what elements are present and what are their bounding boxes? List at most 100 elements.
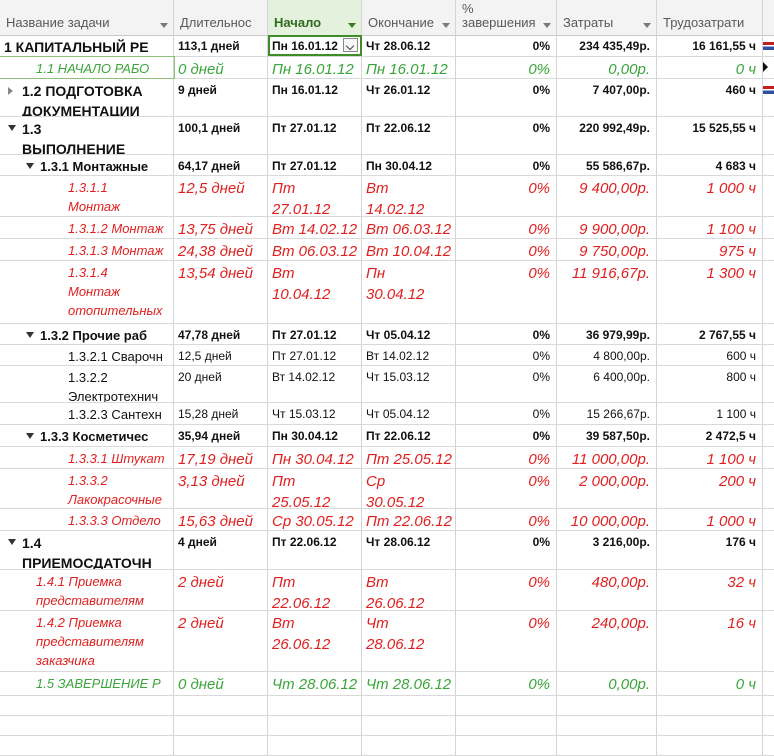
cell-name[interactable]: 1.3 ВЫПОЛНЕНИЕ — [0, 117, 174, 154]
cell-start[interactable]: Ср 30.05.12 — [268, 509, 362, 530]
cell-finish[interactable]: Пт 22.06.12 — [362, 117, 456, 154]
cell-pct[interactable]: 0% — [456, 239, 557, 260]
cell-start[interactable]: Пт 27.01.12 — [268, 176, 362, 216]
empty-cell[interactable] — [557, 716, 657, 735]
cell-pct[interactable]: 0% — [456, 672, 557, 695]
empty-cell[interactable] — [456, 736, 557, 755]
cell-cost[interactable]: 39 587,50р. — [557, 425, 657, 446]
table-row[interactable]: 1.3.3.1 Штукат 17,19 дней Пн 30.04.12 Пт 25… — [0, 447, 774, 469]
cell-duration[interactable]: 64,17 дней — [174, 155, 268, 175]
cell-pct[interactable]: 0% — [456, 176, 557, 216]
cell-finish[interactable]: Чт 28.06.12 — [362, 611, 456, 671]
cell-finish[interactable]: Вт 06.03.12 — [362, 217, 456, 238]
cell-cost[interactable]: 234 435,49р. — [557, 35, 657, 56]
cell-duration[interactable]: 3,13 дней — [174, 469, 268, 508]
cell-finish[interactable]: Чт 26.01.12 — [362, 79, 456, 116]
cell-name[interactable]: 1.5 ЗАВЕРШЕНИЕ Р — [0, 672, 174, 695]
cell-finish[interactable]: Вт 14.02.12 — [362, 345, 456, 365]
cell-start[interactable]: Пн 30.04.12 — [268, 425, 362, 446]
cell-work[interactable]: 1 000 ч — [657, 509, 763, 530]
collapse-toggle-icon[interactable] — [26, 163, 34, 169]
cell-finish[interactable]: Вт 14.02.12 — [362, 176, 456, 216]
collapse-toggle-icon[interactable] — [26, 433, 34, 439]
cell-name[interactable]: 1.3.1.3 Монтаж — [0, 239, 174, 260]
collapse-toggle-icon[interactable] — [8, 539, 16, 545]
table-row[interactable]: 1.3.1.4 Монтаж отопительных батарей 13,54… — [0, 261, 774, 324]
cell-name[interactable]: 1 КАПИТАЛЬНЫЙ РЕ — [0, 35, 174, 56]
table-row[interactable]: 1.3.2 Прочие раб 47,78 дней Пт 27.01.12 Чт … — [0, 324, 774, 345]
cell-start[interactable]: Пн 16.01.12 — [268, 57, 362, 78]
cell-cost[interactable]: 3 216,00р. — [557, 531, 657, 569]
cell-name[interactable]: 1.3.3.2 Лакокрасочные работы — [0, 469, 174, 508]
cell-work[interactable]: 975 ч — [657, 239, 763, 260]
cell-finish[interactable]: Пн 30.04.12 — [362, 261, 456, 323]
cell-start[interactable]: Пт 27.01.12 — [268, 155, 362, 175]
cell-cost[interactable]: 7 407,00р. — [557, 79, 657, 116]
cell-pct[interactable]: 0% — [456, 425, 557, 446]
cell-duration[interactable]: 20 дней — [174, 366, 268, 402]
cell-work[interactable]: 0 ч — [657, 57, 763, 78]
cell-start[interactable]: Пт 27.01.12 — [268, 345, 362, 365]
cell-start[interactable]: Пн 30.04.12 — [268, 447, 362, 468]
cell-work[interactable]: 16 ч — [657, 611, 763, 671]
cell-work[interactable]: 1 100 ч — [657, 403, 763, 424]
table-row[interactable]: 1.4 ПРИЕМОСДАТОЧН 4 дней Пт 22.06.12 Чт 28.… — [0, 531, 774, 570]
table-row[interactable]: 1.4.2 Приемка представителям заказчика 2 … — [0, 611, 774, 672]
empty-cell[interactable] — [268, 736, 362, 755]
cell-name[interactable]: 1.3.3 Косметичес — [0, 425, 174, 446]
cell-start[interactable]: Пт 22.06.12 — [268, 531, 362, 569]
cell-duration[interactable]: 13,54 дней — [174, 261, 268, 323]
cell-cost[interactable]: 10 000,00р. — [557, 509, 657, 530]
cell-pct[interactable]: 0% — [456, 57, 557, 78]
cell-pct[interactable]: 0% — [456, 79, 557, 116]
cell-cost[interactable]: 36 979,99р. — [557, 324, 657, 344]
table-row[interactable]: 1.3.1.1 Монтаж 12,5 дней Пт 27.01.12 Вт 14.… — [0, 176, 774, 217]
table-row[interactable]: 1.3.2.2 Электротехнич 20 дней Вт 14.02.12 Ч… — [0, 366, 774, 403]
cell-finish[interactable]: Пт 22.06.12 — [362, 425, 456, 446]
cell-work[interactable]: 0 ч — [657, 672, 763, 695]
date-picker-dropdown-icon[interactable] — [343, 38, 358, 52]
empty-cell[interactable] — [557, 736, 657, 755]
cell-work[interactable]: 16 161,55 ч — [657, 35, 763, 56]
cell-work[interactable]: 460 ч — [657, 79, 763, 116]
cell-duration[interactable]: 47,78 дней — [174, 324, 268, 344]
cell-start[interactable]: Вт 10.04.12 — [268, 261, 362, 323]
cell-pct[interactable]: 0% — [456, 345, 557, 365]
column-header-start[interactable]: Начало — [268, 0, 362, 35]
cell-pct[interactable]: 0% — [456, 261, 557, 323]
cell-cost[interactable]: 9 400,00р. — [557, 176, 657, 216]
cell-name[interactable]: 1.3.2.1 Сварочн — [0, 345, 174, 365]
cell-finish[interactable]: Чт 28.06.12 — [362, 531, 456, 569]
table-row[interactable]: 1.3 ВЫПОЛНЕНИЕ 100,1 дней Пт 27.01.12 Пт 22… — [0, 117, 774, 155]
chevron-down-icon[interactable] — [348, 23, 356, 28]
cell-cost[interactable]: 0,00р. — [557, 57, 657, 78]
cell-work[interactable]: 1 000 ч — [657, 176, 763, 216]
collapse-toggle-icon[interactable] — [8, 125, 16, 131]
empty-cell[interactable] — [268, 716, 362, 735]
cell-start[interactable]: Пт 25.05.12 — [268, 469, 362, 508]
cell-start[interactable]: Пн 16.01.12 — [268, 79, 362, 116]
cell-pct[interactable]: 0% — [456, 35, 557, 56]
cell-name[interactable]: 1.3.1.2 Монтаж — [0, 217, 174, 238]
cell-cost[interactable]: 11 000,00р. — [557, 447, 657, 468]
cell-duration[interactable]: 9 дней — [174, 79, 268, 116]
cell-duration[interactable]: 17,19 дней — [174, 447, 268, 468]
cell-pct[interactable]: 0% — [456, 611, 557, 671]
cell-pct[interactable]: 0% — [456, 531, 557, 569]
cell-finish[interactable]: Пн 16.01.12 — [362, 57, 456, 78]
cell-name[interactable]: 1.3.3.1 Штукат — [0, 447, 174, 468]
cell-cost[interactable]: 4 800,00р. — [557, 345, 657, 365]
cell-work[interactable]: 600 ч — [657, 345, 763, 365]
cell-work[interactable]: 32 ч — [657, 570, 763, 610]
cell-start[interactable]: Пт 27.01.12 — [268, 117, 362, 154]
empty-cell[interactable] — [268, 696, 362, 715]
cell-duration[interactable]: 4 дней — [174, 531, 268, 569]
column-header-work[interactable]: Трудозатрати — [657, 0, 763, 35]
cell-name[interactable]: 1.4 ПРИЕМОСДАТОЧН — [0, 531, 174, 569]
cell-pct[interactable]: 0% — [456, 570, 557, 610]
empty-cell[interactable] — [362, 716, 456, 735]
cell-pct[interactable]: 0% — [456, 366, 557, 402]
cell-cost[interactable]: 220 992,49р. — [557, 117, 657, 154]
cell-duration[interactable]: 13,75 дней — [174, 217, 268, 238]
cell-name[interactable]: 1.3.1.4 Монтаж отопительных батарей — [0, 261, 174, 323]
